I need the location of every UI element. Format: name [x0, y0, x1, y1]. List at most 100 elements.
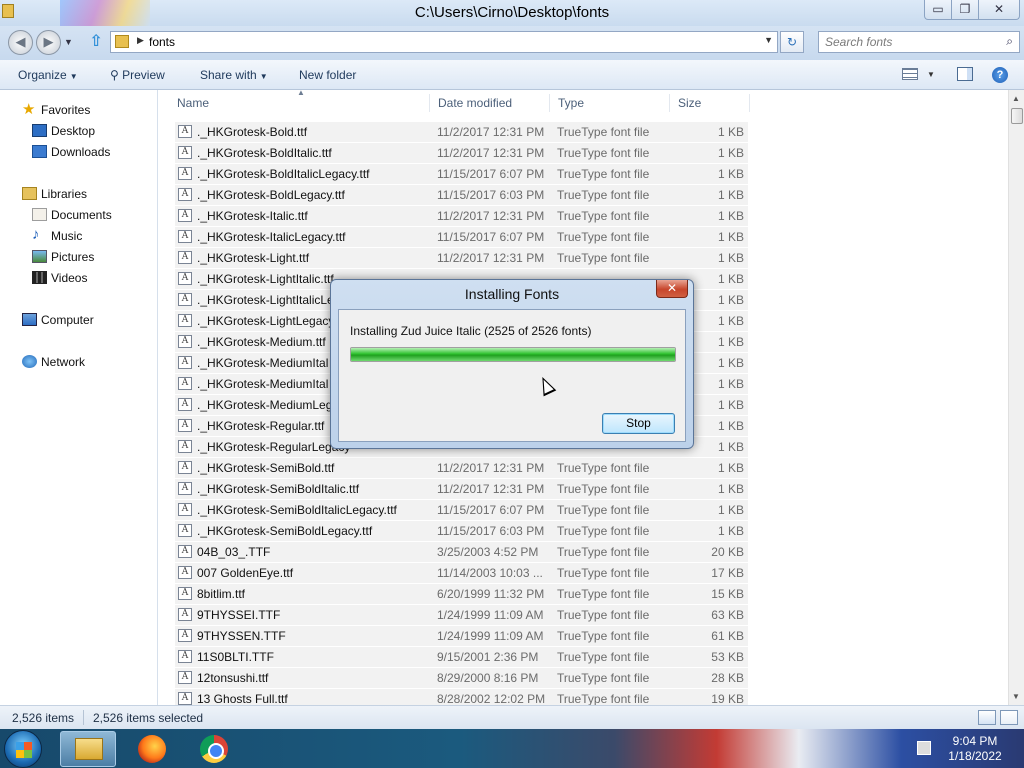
column-divider[interactable]	[429, 94, 430, 112]
forward-button[interactable]: ▶	[36, 30, 61, 55]
search-input[interactable]	[825, 35, 995, 49]
help-icon[interactable]: ?	[992, 67, 1008, 83]
star-icon: ★	[22, 101, 36, 118]
refresh-button[interactable]: ↻	[780, 31, 804, 53]
font-file-icon: A	[178, 293, 192, 306]
file-name: 9THYSSEN.TTF	[197, 629, 286, 643]
taskbar-chrome-button[interactable]	[186, 731, 242, 767]
file-row[interactable]: A ._HKGrotesk-ItalicLegacy.ttf 11/15/2017 …	[175, 227, 748, 248]
file-size: 1 KB	[717, 314, 744, 328]
font-file-icon: A	[178, 545, 192, 558]
file-row[interactable]: A 9THYSSEI.TTF 1/24/1999 11:09 AM TrueType …	[175, 605, 748, 626]
file-date-modified: 1/24/1999 11:09 AM	[437, 629, 544, 643]
font-file-icon: A	[178, 230, 192, 243]
breadcrumb-fonts[interactable]: fonts	[149, 35, 175, 49]
sidebar-item-label: Videos	[51, 271, 88, 285]
dialog-close-button[interactable]: ✕	[656, 280, 688, 298]
file-row[interactable]: A 11S0BLTI.TTF 9/15/2001 2:36 PM TrueType f…	[175, 647, 748, 668]
file-row[interactable]: A 12tonsushi.ttf 8/29/2000 8:16 PM TrueType…	[175, 668, 748, 689]
sidebar-item-documents[interactable]: Documents	[0, 205, 158, 225]
column-divider[interactable]	[669, 94, 670, 112]
breadcrumb-chevron-icon[interactable]: ▶	[137, 35, 144, 46]
search-box[interactable]: ⌕	[818, 31, 1020, 53]
file-row[interactable]: A 8bitlim.ttf 6/20/1999 11:32 PM TrueType f…	[175, 584, 748, 605]
taskbar-firefox-button[interactable]	[124, 731, 180, 767]
column-divider[interactable]	[749, 94, 750, 112]
sidebar-item-pictures[interactable]: Pictures	[0, 247, 158, 267]
new-folder-button[interactable]: New folder	[299, 68, 356, 82]
sidebar-item-computer[interactable]: Computer	[0, 310, 158, 330]
scrollbar-thumb[interactable]	[1011, 108, 1023, 124]
sidebar-item-music[interactable]: ♪ Music	[0, 226, 158, 246]
maximize-button[interactable]: ❐	[951, 0, 979, 20]
file-name: 12tonsushi.ttf	[197, 671, 269, 685]
scroll-down-icon[interactable]: ▼	[1012, 692, 1020, 701]
clock-date: 1/18/2022	[948, 749, 1002, 763]
file-row[interactable]: A ._HKGrotesk-BoldItalicLegacy.ttf 11/15/2…	[175, 164, 748, 185]
view-options-chevron-icon[interactable]: ▼	[927, 70, 935, 79]
sidebar-item-downloads[interactable]: Downloads	[0, 142, 158, 162]
file-row[interactable]: A 9THYSSEN.TTF 1/24/1999 11:09 AM TrueType …	[175, 626, 748, 647]
preview-button[interactable]: ⚲ Preview	[110, 68, 165, 82]
file-size: 1 KB	[717, 356, 744, 370]
file-row[interactable]: A ._HKGrotesk-SemiBoldItalicLegacy.ttf 11/…	[175, 500, 748, 521]
file-name: ._HKGrotesk-BoldItalic.ttf	[197, 146, 332, 160]
sidebar-item-libraries[interactable]: Libraries	[0, 184, 158, 204]
details-view-icon[interactable]	[978, 710, 996, 725]
sidebar-item-videos[interactable]: Videos	[0, 268, 158, 288]
column-header-date-modified[interactable]: Date modified	[438, 90, 512, 116]
command-bar: Organize ▼ ⚲ Preview Share with ▼ New fold…	[0, 60, 1024, 90]
column-header-type[interactable]: Type	[558, 90, 584, 116]
file-row[interactable]: A 007 GoldenEye.ttf 11/14/2003 10:03 ... Tr…	[175, 563, 748, 584]
file-type: TrueType font file	[557, 209, 650, 223]
folder-icon	[115, 35, 129, 48]
file-type: TrueType font file	[557, 692, 650, 705]
column-header-name[interactable]: Name	[177, 90, 209, 116]
sidebar-item-favorites[interactable]: ★ Favorites	[0, 100, 158, 120]
file-row[interactable]: A 04B_03_.TTF 3/25/2003 4:52 PM TrueType fo…	[175, 542, 748, 563]
preview-pane-icon[interactable]	[957, 67, 973, 81]
file-row[interactable]: A ._HKGrotesk-Bold.ttf 11/2/2017 12:31 PM T…	[175, 122, 748, 143]
file-row[interactable]: A ._HKGrotesk-Italic.ttf 11/2/2017 12:31 P…	[175, 206, 748, 227]
organize-menu[interactable]: Organize ▼	[18, 68, 78, 82]
scroll-up-icon[interactable]: ▲	[1012, 94, 1020, 103]
up-arrow-icon[interactable]: ⇧	[86, 32, 106, 52]
sidebar-item-desktop[interactable]: Desktop	[0, 121, 158, 141]
address-bar[interactable]: ▶ fonts ▼	[110, 31, 778, 53]
action-center-flag-icon[interactable]	[917, 741, 931, 755]
file-row[interactable]: A ._HKGrotesk-BoldLegacy.ttf 11/15/2017 6:…	[175, 185, 748, 206]
column-divider[interactable]	[549, 94, 550, 112]
system-clock[interactable]: 9:04 PM 1/18/2022	[940, 734, 1010, 764]
vertical-scrollbar[interactable]: ▲ ▼	[1008, 90, 1024, 705]
status-bar: 2,526 items 2,526 items selected	[0, 705, 1024, 729]
minimize-button[interactable]: ▭	[924, 0, 952, 20]
share-with-label: Share with	[200, 68, 257, 82]
share-with-menu[interactable]: Share with ▼	[200, 68, 268, 82]
file-row[interactable]: A ._HKGrotesk-SemiBold.ttf 11/2/2017 12:31…	[175, 458, 748, 479]
recent-pages-dropdown-icon[interactable]: ▼	[64, 37, 73, 47]
file-date-modified: 8/28/2002 12:02 PM	[437, 692, 546, 705]
file-size: 1 KB	[717, 377, 744, 391]
stop-button[interactable]: Stop	[602, 413, 675, 434]
file-row[interactable]: A ._HKGrotesk-BoldItalic.ttf 11/2/2017 12:…	[175, 143, 748, 164]
computer-icon	[22, 313, 37, 326]
file-row[interactable]: A ._HKGrotesk-SemiBoldLegacy.ttf 11/15/201…	[175, 521, 748, 542]
sidebar-item-label: Pictures	[51, 250, 95, 264]
file-row[interactable]: A 13 Ghosts Full.ttf 8/28/2002 12:02 PM Tru…	[175, 689, 748, 705]
column-header-size[interactable]: Size	[678, 90, 701, 116]
file-size: 15 KB	[711, 587, 744, 601]
taskbar: 9:04 PM 1/18/2022	[0, 729, 1024, 768]
close-button[interactable]: ✕	[978, 0, 1020, 20]
view-details-icon[interactable]	[902, 68, 918, 80]
file-name: ._HKGrotesk-Regular.ttf	[197, 419, 325, 433]
taskbar-explorer-button[interactable]	[60, 731, 116, 767]
firefox-icon	[138, 735, 166, 763]
file-row[interactable]: A ._HKGrotesk-SemiBoldItalic.ttf 11/2/2017…	[175, 479, 748, 500]
file-row[interactable]: A ._HKGrotesk-Light.ttf 11/2/2017 12:31 PM…	[175, 248, 748, 269]
sidebar-item-network[interactable]: Network	[0, 352, 158, 372]
start-button[interactable]	[4, 730, 42, 768]
back-button[interactable]: ◀	[8, 30, 33, 55]
search-icon[interactable]: ⌕	[1006, 34, 1013, 49]
address-dropdown-icon[interactable]: ▼	[764, 35, 773, 45]
large-icons-view-icon[interactable]	[1000, 710, 1018, 725]
